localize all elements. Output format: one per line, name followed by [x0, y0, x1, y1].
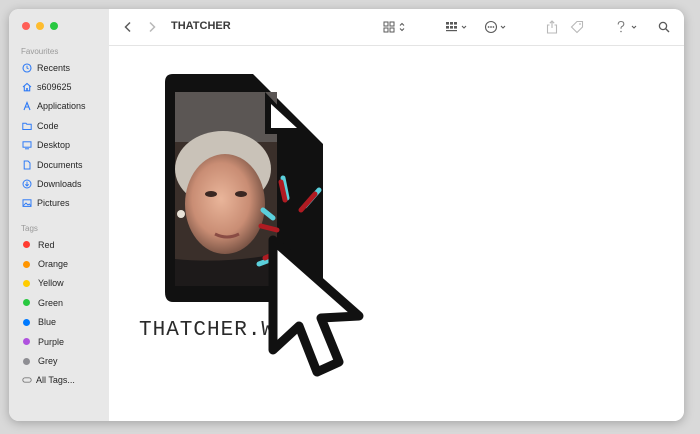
desktop-icon: [22, 141, 32, 150]
tag-button[interactable]: [569, 18, 585, 36]
search-icon: [658, 21, 670, 33]
sidebar-item-code[interactable]: Code: [9, 116, 109, 135]
window-title: THATCHER: [171, 20, 231, 32]
sidebar-tag-red[interactable]: Red: [9, 235, 109, 254]
group-icon: [446, 22, 467, 32]
chevron-left-icon: [124, 21, 131, 33]
sidebar-item-label: Applications: [37, 101, 86, 112]
tag-label: Blue: [38, 317, 57, 328]
content-area: THATCHER.W: [109, 46, 684, 421]
tag-label: Purple: [38, 336, 65, 347]
sidebar-item-label: Downloads: [37, 179, 82, 190]
sidebar: Favourites Recents s609625 Applications …: [9, 9, 109, 421]
search-button[interactable]: [657, 18, 671, 36]
forward-button[interactable]: [145, 18, 159, 36]
tag-label: All Tags...: [36, 375, 75, 386]
close-button[interactable]: [22, 22, 30, 30]
grey-tag-icon: [23, 357, 30, 365]
question-icon: [617, 20, 637, 33]
orange-tag-icon: [23, 260, 30, 268]
share-icon: [546, 20, 558, 34]
tags-heading: Tags: [21, 224, 38, 233]
back-button[interactable]: [121, 18, 135, 36]
sidebar-item-label: Pictures: [37, 198, 70, 209]
purple-tag-icon: [23, 338, 30, 346]
folder-icon: [22, 122, 32, 130]
click-cursor-icon: [256, 175, 364, 377]
yellow-tag-icon: [23, 279, 30, 287]
favourites-heading: Favourites: [21, 47, 59, 56]
action-button[interactable]: [484, 18, 512, 36]
help-button[interactable]: [615, 18, 641, 36]
sidebar-item-recents[interactable]: Recents: [9, 58, 109, 77]
all-tags-icon: [22, 377, 32, 384]
sidebar-item-label: Desktop: [37, 140, 71, 151]
toolbar: THATCHER: [109, 9, 684, 46]
sidebar-tag-yellow[interactable]: Yellow: [9, 274, 109, 293]
zoom-button[interactable]: [50, 22, 58, 30]
sidebar-all-tags[interactable]: All Tags...: [9, 371, 109, 390]
grid-view-icon: [383, 21, 405, 33]
sidebar-item-home[interactable]: s609625: [9, 77, 109, 96]
sidebar-item-desktop[interactable]: Desktop: [9, 136, 109, 155]
sidebar-item-downloads[interactable]: Downloads: [9, 174, 109, 193]
tag-label: Yellow: [38, 278, 64, 289]
sidebar-tag-green[interactable]: Green: [9, 293, 109, 312]
sidebar-tag-orange[interactable]: Orange: [9, 254, 109, 273]
sidebar-item-label: Code: [37, 120, 59, 131]
pictures-icon: [22, 199, 32, 208]
traffic-lights: [22, 22, 58, 30]
ellipsis-circle-icon: [484, 20, 506, 34]
sidebar-item-label: Recents: [37, 62, 71, 73]
sidebar-item-documents[interactable]: Documents: [9, 155, 109, 174]
download-icon: [22, 179, 32, 189]
chevron-right-icon: [149, 21, 156, 33]
clock-icon: [22, 63, 32, 73]
sidebar-item-label: s609625: [37, 82, 72, 93]
home-icon: [22, 82, 32, 92]
finder-window: Favourites Recents s609625 Applications …: [9, 9, 684, 421]
tag-label: Orange: [38, 259, 69, 270]
tag-label: Red: [38, 239, 55, 250]
sidebar-item-label: Documents: [37, 159, 83, 170]
sidebar-item-pictures[interactable]: Pictures: [9, 194, 109, 213]
document-icon: [23, 160, 31, 170]
blue-tag-icon: [23, 318, 30, 326]
sidebar-tag-blue[interactable]: Blue: [9, 313, 109, 332]
green-tag-icon: [23, 299, 30, 307]
tag-icon: [570, 20, 584, 34]
minimize-button[interactable]: [36, 22, 44, 30]
share-button[interactable]: [545, 18, 559, 36]
applications-icon: [23, 101, 31, 111]
tags-list: Red Orange Yellow Green Blue Purple Grey…: [9, 235, 109, 390]
sidebar-tag-grey[interactable]: Grey: [9, 351, 109, 370]
group-button[interactable]: [445, 18, 471, 36]
favourites-list: Recents s609625 Applications Code Deskto…: [9, 58, 109, 213]
tag-label: Green: [38, 297, 64, 308]
sidebar-item-applications[interactable]: Applications: [9, 97, 109, 116]
view-mode-button[interactable]: [383, 18, 409, 36]
red-tag-icon: [23, 241, 30, 249]
sidebar-tag-purple[interactable]: Purple: [9, 332, 109, 351]
tag-label: Grey: [38, 356, 58, 367]
